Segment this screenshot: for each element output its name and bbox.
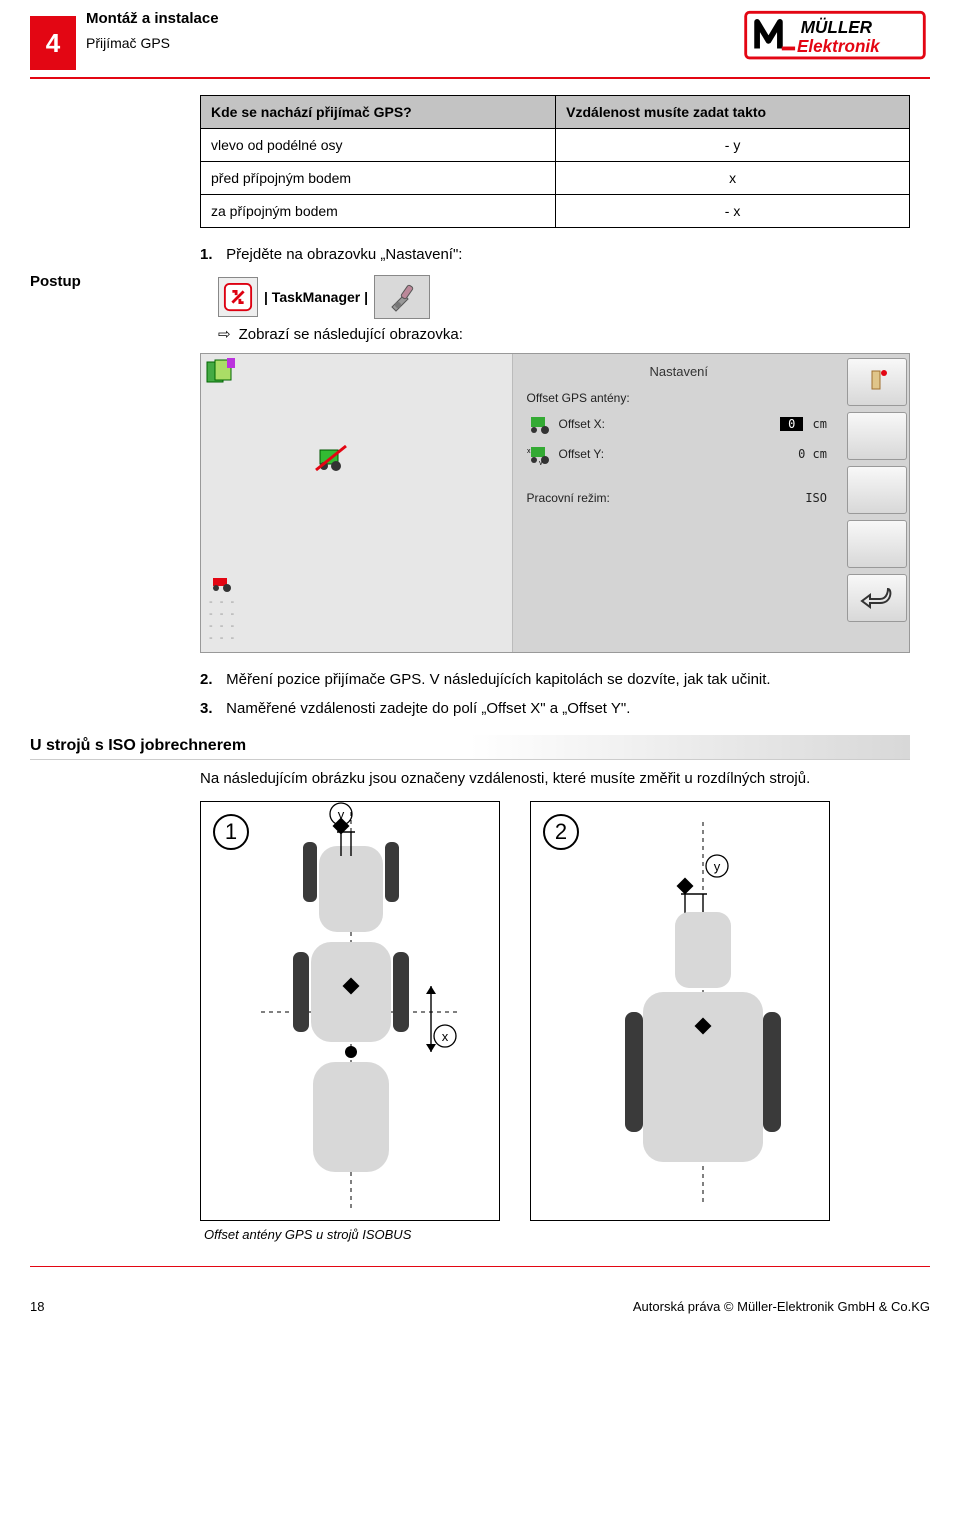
table-cell-q: vlevo od podélné osy — [201, 129, 556, 162]
svg-text:y: y — [539, 460, 543, 465]
page-header: 4 Montáž a instalace Přijímač GPS MÜLLER… — [30, 8, 930, 71]
step-text: Přejděte na obrazovku „Nastavení": — [226, 246, 462, 263]
step-2: 2. Měření pozice přijímače GPS. V násled… — [200, 671, 910, 688]
section-heading: U strojů s ISO jobrechnerem — [30, 735, 910, 760]
value-offset-y: 0 cm — [798, 447, 827, 461]
softkey-back-icon[interactable] — [847, 574, 907, 622]
page-number: 18 — [30, 1299, 44, 1314]
axis-y-label: y — [338, 807, 345, 822]
table-row: vlevo od podélné osy - y — [201, 129, 910, 162]
table-header-left: Kde se nachází přijímač GPS? — [201, 96, 556, 129]
section-title: Montáž a instalace — [86, 10, 740, 27]
placeholder-line: - - - — [209, 608, 236, 620]
step-number: 1. — [200, 246, 222, 263]
step-text: Naměřené vzdálenosti zadejte do polí „Of… — [226, 700, 630, 717]
page-footer: 18 Autorská práva © Müller-Elektronik Gm… — [30, 1295, 930, 1314]
table-cell-q: před přípojným bodem — [201, 162, 556, 195]
diagram-number: 1 — [213, 814, 249, 850]
table-cell-a: - x — [556, 195, 910, 228]
tractor-y-icon: xy — [527, 443, 553, 465]
app-menu-icon[interactable] — [218, 277, 258, 317]
chapter-number-badge: 4 — [30, 16, 76, 70]
step-3: 3. Naměřené vzdálenosti zadejte do polí … — [200, 700, 910, 717]
logo-text-top: MÜLLER — [801, 18, 873, 37]
footer-divider — [30, 1266, 930, 1267]
svg-text:x: x — [527, 448, 531, 455]
label-work-mode: Pracovní režim: — [527, 491, 610, 505]
arrow-icon — [218, 326, 239, 343]
softkey-empty[interactable] — [847, 412, 907, 460]
copyright: Autorská práva © Müller-Elektronik GmbH … — [633, 1299, 930, 1314]
diagram-2: 2 y — [530, 801, 830, 1221]
disabled-tractor-icon — [314, 444, 348, 474]
step-1: 1. Přejděte na obrazovku „Nastavení": — [200, 246, 910, 263]
placeholder-line: - - - — [209, 632, 236, 644]
table-cell-a: - y — [556, 129, 910, 162]
table-cell-q: za přípojným bodem — [201, 195, 556, 228]
brand-logo: MÜLLER Elektronik — [740, 8, 930, 71]
header-divider — [30, 77, 930, 79]
table-row: za přípojným bodem - x — [201, 195, 910, 228]
axis-x-label: x — [442, 1029, 449, 1044]
diagram-number: 2 — [543, 814, 579, 850]
step-number: 2. — [200, 671, 222, 688]
label-offset-y: Offset Y: — [559, 447, 605, 461]
screenshot-title: Nastavení — [513, 354, 845, 387]
section-intro: Na následujícím obrázku jsou označeny vz… — [200, 770, 910, 787]
label-gps-antenna: Offset GPS antény: — [527, 391, 630, 405]
document-icon — [205, 358, 237, 386]
step-number: 3. — [200, 700, 222, 717]
breadcrumb-taskmanager: | TaskManager | — [264, 289, 368, 305]
offset-x-value-field[interactable]: 0 — [780, 417, 803, 431]
diagram-1: 1 y — [200, 801, 500, 1221]
label-offset-x: Offset X: — [559, 417, 605, 431]
logo-text-bottom: Elektronik — [797, 37, 881, 56]
breadcrumb-line: | TaskManager | — [218, 275, 910, 319]
result-line: Zobrazí se následující obrazovka: — [218, 325, 910, 343]
table-header-right: Vzdálenost musíte zadat takto — [556, 96, 910, 129]
gps-position-table: Kde se nachází přijímač GPS? Vzdálenost … — [200, 95, 910, 228]
diagram-row: 1 y — [200, 801, 910, 1221]
figure-caption: Offset antény GPS u strojů ISOBUS — [204, 1227, 910, 1242]
embedded-screenshot: - - - - - - - - - - - - Nastavení Offset… — [200, 353, 910, 653]
value-work-mode: ISO — [805, 491, 827, 505]
axis-y-label: y — [714, 859, 721, 874]
section-subtitle: Přijímač GPS — [86, 35, 740, 51]
settings-gear-icon[interactable] — [374, 275, 430, 319]
step-text: Měření pozice přijímače GPS. V následují… — [226, 671, 770, 688]
tractor-x-icon — [527, 413, 553, 435]
result-text: Zobrazí se následující obrazovka: — [239, 326, 463, 343]
softkey-empty[interactable] — [847, 466, 907, 514]
table-row: před přípojným bodem x — [201, 162, 910, 195]
placeholder-line: - - - — [209, 596, 236, 608]
placeholder-line: - - - — [209, 620, 236, 632]
softkey-empty[interactable] — [847, 520, 907, 568]
table-cell-a: x — [556, 162, 910, 195]
procedure-label: Postup — [30, 273, 81, 290]
softkey-tool-icon[interactable] — [847, 358, 907, 406]
small-tractor-icon — [209, 575, 235, 593]
